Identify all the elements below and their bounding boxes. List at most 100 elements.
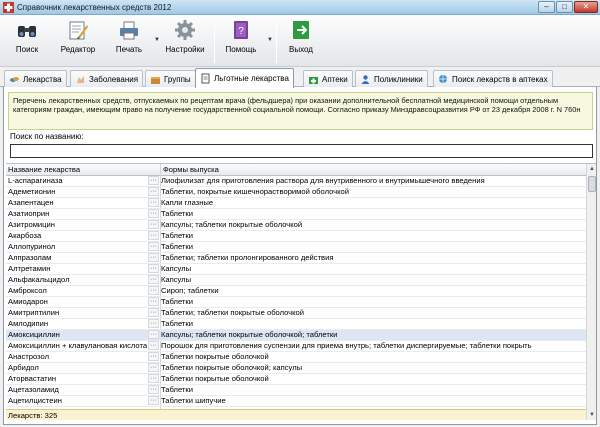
scroll-thumb[interactable] xyxy=(588,176,596,192)
exit-button[interactable]: Выход xyxy=(286,19,316,65)
table-row[interactable]: Альфакальцидол ··· Капсулы xyxy=(6,275,586,286)
table-row[interactable]: L-аспарагиназа ··· Лиофилизат для приготов… xyxy=(6,176,586,187)
release-forms-cell: Капсулы xyxy=(161,264,192,273)
medicine-name-cell: Азапентацен xyxy=(8,198,54,207)
tab-strip: Лекарства Заболевания Группы Льготные ле… xyxy=(0,68,600,88)
gear-icon xyxy=(175,20,195,40)
help-dropdown-arrow[interactable]: ▼ xyxy=(267,37,273,43)
table-row[interactable]: Амброксол ··· Сироп; таблетки xyxy=(6,286,586,297)
search-button[interactable]: Поиск xyxy=(10,19,44,65)
row-details-button[interactable]: ··· xyxy=(148,363,159,372)
print-button[interactable]: Печать xyxy=(112,19,146,65)
release-forms-cell: Таблетки, покрытые кишечнорастворимой об… xyxy=(161,187,349,196)
table-row[interactable]: Алпразолам ··· Таблетки; таблетки пролонги… xyxy=(6,253,586,264)
table-row[interactable]: Азитромицин ··· Капсулы; таблетки покрытые… xyxy=(6,220,586,231)
table-row[interactable]: Ацетилцистеин ··· Таблетки шипучие xyxy=(6,396,586,407)
help-button[interactable]: ? Помощь xyxy=(222,19,260,65)
release-forms-cell: Таблетки шипучие xyxy=(161,396,226,405)
scroll-up-arrow[interactable]: ▲ xyxy=(588,165,596,173)
medicine-name-cell: Амитриптилин xyxy=(8,308,60,317)
medicine-name-cell: Адеметионин xyxy=(8,187,56,196)
binoculars-icon xyxy=(18,26,36,37)
row-details-button[interactable]: ··· xyxy=(148,275,159,284)
tab-groups[interactable]: Группы xyxy=(145,70,196,87)
release-forms-cell: Капсулы xyxy=(161,275,192,284)
medicine-name-cell: Альфакальцидол xyxy=(8,275,70,284)
table-row[interactable]: Ацетазоламид ··· Таблетки xyxy=(6,385,586,396)
table-row[interactable]: Амитриптилин ··· Таблетки; таблетки покрыт… xyxy=(6,308,586,319)
printer-icon xyxy=(120,21,138,40)
search-input[interactable] xyxy=(10,144,593,158)
table-row[interactable]: Алтретамин ··· Капсулы xyxy=(6,264,586,275)
table-row[interactable]: Аторвастатин ··· Таблетки покрытые оболочк… xyxy=(6,374,586,385)
row-details-button[interactable]: ··· xyxy=(148,319,159,328)
scroll-down-arrow[interactable]: ▼ xyxy=(588,411,596,419)
tab-clinics[interactable]: Поликлиники xyxy=(355,70,428,87)
table-row[interactable]: Амоксициллин + клавулановая кислота ··· По… xyxy=(6,341,586,352)
title-bar: Справочник лекарственных средств 2012 – … xyxy=(0,0,600,15)
medicine-name-cell: Аторвастатин xyxy=(8,374,57,383)
print-dropdown-arrow[interactable]: ▼ xyxy=(154,37,160,43)
medicine-name-cell: Амиодарон xyxy=(8,297,48,306)
table-row[interactable]: Анастрозол ··· Таблетки покрытые оболочкой xyxy=(6,352,586,363)
row-details-button[interactable]: ··· xyxy=(148,308,159,317)
medicine-name-cell: Анастрозол xyxy=(8,352,50,361)
table-row[interactable]: Амлодипин ··· Таблетки xyxy=(6,319,586,330)
vertical-scrollbar[interactable]: ▲ ▼ xyxy=(586,164,596,420)
row-details-button[interactable]: ··· xyxy=(148,352,159,361)
release-forms-cell: Таблетки xyxy=(161,209,193,218)
release-forms-cell: Таблетки xyxy=(161,242,193,251)
tab-subsidized-medicines[interactable]: Льготные лекарства xyxy=(195,68,294,88)
release-forms-cell: Таблетки; таблетки покрытые оболочкой xyxy=(161,308,305,317)
tab-diseases[interactable]: Заболевания xyxy=(70,70,144,87)
editor-button[interactable]: Редактор xyxy=(56,19,100,65)
row-details-button[interactable]: ··· xyxy=(148,385,159,394)
row-details-button[interactable]: ··· xyxy=(148,396,159,405)
table-row[interactable]: Акарбоза ··· Таблетки xyxy=(6,231,586,242)
medicine-name-cell: Ацетилцистеин xyxy=(8,396,62,405)
row-details-button[interactable]: ··· xyxy=(148,330,159,339)
settings-button[interactable]: Настройки xyxy=(162,19,208,65)
row-details-button[interactable]: ··· xyxy=(148,374,159,383)
row-details-button[interactable]: ··· xyxy=(148,198,159,207)
table-row[interactable]: Арбидол ··· Таблетки покрытые оболочкой; к… xyxy=(6,363,586,374)
row-details-button[interactable]: ··· xyxy=(148,187,159,196)
tab-medicines[interactable]: Лекарства xyxy=(4,70,67,87)
tab-pharmacies[interactable]: Аптеки xyxy=(303,70,353,87)
table-row[interactable]: Адеметионин ··· Таблетки, покрытые кишечно… xyxy=(6,187,586,198)
row-details-button[interactable]: ··· xyxy=(148,297,159,306)
release-forms-cell: Таблетки покрытые оболочкой xyxy=(161,352,269,361)
tab-search-in-pharmacies[interactable]: Поиск лекарств в аптеках xyxy=(433,70,553,87)
table-row[interactable]: Аллопуринол ··· Таблетки xyxy=(6,242,586,253)
release-forms-cell: Таблетки xyxy=(161,297,193,306)
close-button[interactable]: ✕ xyxy=(574,1,598,13)
medicine-name-cell: Азитромицин xyxy=(8,220,55,229)
maximize-button[interactable]: □ xyxy=(556,1,573,13)
doctor-icon xyxy=(361,74,370,84)
medicine-count: Лекарств: 325 xyxy=(8,411,58,420)
pills-icon xyxy=(10,76,19,82)
table-row[interactable]: Азатиоприн ··· Таблетки xyxy=(6,209,586,220)
column-header-name[interactable]: Название лекарства xyxy=(8,165,80,174)
table-row[interactable]: Азапентацен ··· Капли глазные xyxy=(6,198,586,209)
row-details-button[interactable]: ··· xyxy=(148,264,159,273)
row-details-button[interactable]: ··· xyxy=(148,220,159,229)
row-details-button[interactable]: ··· xyxy=(148,341,159,350)
row-details-button[interactable]: ··· xyxy=(148,231,159,240)
column-header-forms[interactable]: Формы выпуска xyxy=(163,165,219,174)
medicine-name-cell: Аллопуринол xyxy=(8,242,56,251)
hand-icon xyxy=(77,75,84,83)
exit-icon xyxy=(293,21,309,39)
table-row[interactable]: Амоксициллин ··· Капсулы; таблетки покрыты… xyxy=(6,330,586,341)
row-details-button[interactable]: ··· xyxy=(148,286,159,295)
medicine-name-cell: L-аспарагиназа xyxy=(8,176,63,185)
editor-icon xyxy=(69,21,88,40)
table-row[interactable]: Амиодарон ··· Таблетки xyxy=(6,297,586,308)
grid-header: Название лекарства Формы выпуска xyxy=(6,164,586,176)
medicine-name-cell: Амоксициллин xyxy=(8,330,60,339)
row-details-button[interactable]: ··· xyxy=(148,209,159,218)
row-details-button[interactable]: ··· xyxy=(148,253,159,262)
minimize-button[interactable]: – xyxy=(538,1,555,13)
row-details-button[interactable]: ··· xyxy=(148,176,159,185)
row-details-button[interactable]: ··· xyxy=(148,242,159,251)
